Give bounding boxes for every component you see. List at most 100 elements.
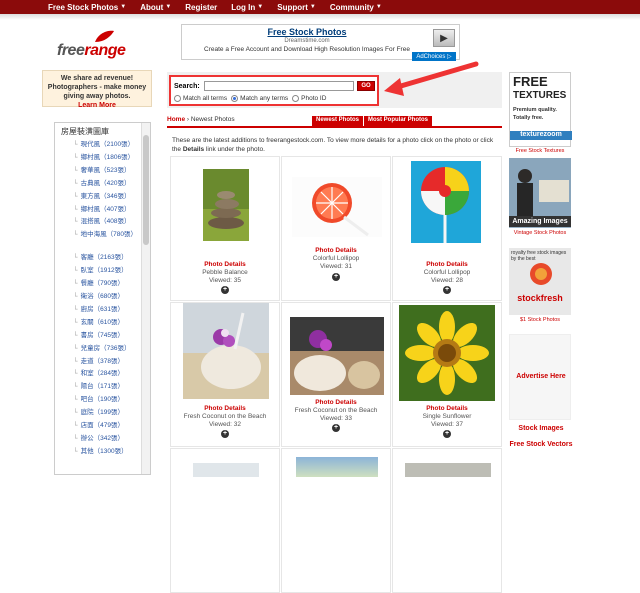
sidebar-item[interactable]: └ 地中海風（780張） — [73, 229, 137, 242]
sidebar-item[interactable]: └ 臥室（1912張） — [73, 265, 137, 278]
tab-newest-photos[interactable]: Newest Photos — [312, 116, 364, 126]
tree-branch-icon: └ — [73, 141, 78, 148]
search-go-button[interactable]: GO — [357, 81, 375, 91]
sidebar-item[interactable]: └ 現代風（2100張） — [73, 139, 137, 152]
stock-images-link[interactable]: Stock Images — [496, 425, 586, 432]
photo-views: Viewed: 31 — [319, 263, 353, 270]
search-input[interactable] — [204, 81, 354, 91]
sidebar-item[interactable]: └ 和室（284張） — [73, 368, 137, 381]
tree-branch-icon: └ — [73, 396, 78, 404]
ad-title[interactable]: Free Stock Photos — [182, 27, 432, 37]
sidebar-item[interactable]: └ 奢華風（523張） — [73, 165, 137, 178]
free-stock-textures-link[interactable]: Free Stock Textures — [509, 148, 571, 154]
sidebar-item[interactable]: └ 鄉村風（407張） — [73, 204, 137, 217]
sidebar-item[interactable]: └ 玄關（610張） — [73, 317, 137, 330]
sidebar-item[interactable]: └ 廚房（631張） — [73, 304, 137, 317]
plus-icon[interactable]: + — [221, 286, 229, 294]
sidebar-item[interactable]: └ 東方風（346張） — [73, 191, 137, 204]
plus-icon[interactable]: + — [332, 273, 340, 281]
photo-thumbnail[interactable] — [399, 305, 495, 401]
photo-details-link[interactable]: Photo Details — [282, 399, 390, 406]
radio-match-any[interactable]: Match any terms — [231, 95, 288, 102]
sidebar-item[interactable]: └ 辦公（342張） — [73, 433, 137, 446]
ad-revenue-promo: We share ad revenue! Photographers - mak… — [42, 70, 152, 110]
photo-thumbnail[interactable] — [292, 177, 382, 237]
sidebar-item[interactable]: └ 混搭風（408張） — [73, 216, 137, 229]
logo-text-b: range — [84, 42, 126, 59]
sidebar-item[interactable]: └ 書房（745張） — [73, 330, 137, 343]
nav-about[interactable]: About ▼ — [140, 3, 171, 12]
photo-details-link[interactable]: Photo Details — [171, 261, 279, 268]
site-logo[interactable]: freerange — [57, 30, 137, 64]
tree-branch-icon: └ — [73, 292, 78, 300]
sidebar-item-label: 玄關（610張） — [80, 318, 124, 326]
vintage-stock-photos-link[interactable]: Vintage Stock Photos — [509, 230, 571, 236]
photo-views: Viewed: 32 — [208, 421, 242, 428]
chevron-down-icon: ▼ — [165, 4, 172, 10]
free-stock-vectors-link[interactable]: Free Stock Vectors — [496, 441, 586, 448]
sidebar-item[interactable]: └ 衛浴（680張） — [73, 291, 137, 304]
tree-branch-icon: └ — [73, 305, 78, 313]
sidebar-item[interactable]: └ 古典風（420張） — [73, 178, 137, 191]
stockfresh-ad[interactable]: royalty free stock images by the best st… — [509, 248, 571, 315]
advertise-here-slot[interactable]: Advertise Here — [509, 334, 571, 420]
radio-photo-id[interactable]: Photo ID — [292, 95, 326, 102]
stock-photos-1-link[interactable]: $1 Stock Photos — [509, 317, 571, 323]
photo-card: Photo Details Colorful Lollipop Viewed: … — [281, 156, 391, 301]
breadcrumb-home-link[interactable]: Home — [167, 116, 185, 123]
tree-branch-icon: └ — [73, 331, 78, 339]
nav-label: About — [140, 2, 164, 12]
plus-icon[interactable]: + — [443, 286, 451, 294]
nav-label: Register — [185, 2, 218, 12]
tab-most-popular-photos[interactable]: Most Popular Photos — [364, 116, 433, 126]
sidebar-scrollbar[interactable] — [141, 123, 150, 474]
photo-thumbnail[interactable] — [203, 169, 249, 241]
sidebar-item[interactable]: └ 庭院（199張） — [73, 407, 137, 420]
nav-log-in[interactable]: Log In ▼ — [231, 3, 263, 12]
learn-more-link[interactable]: Learn More — [43, 101, 151, 110]
sidebar-item[interactable]: └ 其他（1300張） — [73, 446, 137, 459]
photo-thumbnail[interactable] — [296, 457, 378, 477]
tree-branch-icon: └ — [73, 192, 78, 200]
sidebar-item-label: 和室（284張） — [80, 370, 124, 378]
sidebar-item[interactable]: └ 客廳（2163張） — [73, 252, 137, 265]
interior-gallery-sidebar: 房屋裝潢圖庫 └ 現代風（2100張） └ 鄉村風（1806張） └ 奢華風（523張… — [54, 122, 151, 475]
sidebar-item[interactable]: └ 餐廳（790張） — [73, 278, 137, 291]
sidebar-item[interactable]: └ 吧台（190張） — [73, 394, 137, 407]
sidebar-item[interactable]: └ 鄉村風（1806張） — [73, 152, 137, 165]
sidebar-item[interactable]: └ 走道（378張） — [73, 356, 137, 369]
scrollbar-thumb[interactable] — [143, 135, 149, 245]
photo-card: Photo Details Single Sunflower Viewed: 3… — [392, 302, 502, 447]
tree-branch-icon: └ — [73, 409, 78, 417]
photo-thumbnail[interactable] — [411, 161, 481, 243]
sidebar-item[interactable]: └ 陽台（171張） — [73, 381, 137, 394]
sidebar-item[interactable]: └ 兒童房（736張） — [73, 343, 137, 356]
textures-t1b: TEXTURES — [513, 90, 567, 101]
logo-text-a: free — [57, 42, 85, 59]
free-textures-ad[interactable]: FREE TEXTURES Premium quality. Totally fr… — [509, 72, 572, 147]
photo-details-link[interactable]: Photo Details — [393, 405, 501, 412]
photo-thumbnail[interactable] — [290, 317, 384, 395]
photo-details-link[interactable]: Photo Details — [282, 247, 390, 254]
sidebar-item-label: 東方風（346張） — [80, 192, 131, 200]
stockfresh-image — [530, 263, 552, 285]
plus-icon[interactable]: + — [443, 430, 451, 438]
photo-thumbnail[interactable] — [183, 303, 269, 399]
nav-support[interactable]: Support ▼ — [277, 3, 316, 12]
ad-arrow-button[interactable]: ▶ — [433, 29, 455, 47]
plus-icon[interactable]: + — [221, 430, 229, 438]
nav-register[interactable]: Register — [185, 3, 217, 12]
photo-card: Photo Details Colorful Lollipop Viewed: … — [392, 156, 502, 301]
search-form: Search: GO Match all terms Match any ter… — [169, 75, 379, 106]
texturezoom-brand: texturezoom — [510, 131, 572, 140]
sidebar-item[interactable]: └ 店面（479張） — [73, 420, 137, 433]
vintage-stock-ad[interactable]: Amazing Images — [509, 158, 571, 228]
divider — [167, 126, 502, 128]
nav-free-stock-photos[interactable]: Free Stock Photos ▼ — [48, 3, 126, 12]
photo-details-link[interactable]: Photo Details — [171, 405, 279, 412]
plus-icon[interactable]: + — [332, 424, 340, 432]
photo-details-link[interactable]: Photo Details — [393, 261, 501, 268]
chevron-down-icon: ▼ — [257, 4, 264, 10]
nav-community[interactable]: Community ▼ — [330, 3, 382, 12]
radio-match-all[interactable]: Match all terms — [174, 95, 227, 102]
